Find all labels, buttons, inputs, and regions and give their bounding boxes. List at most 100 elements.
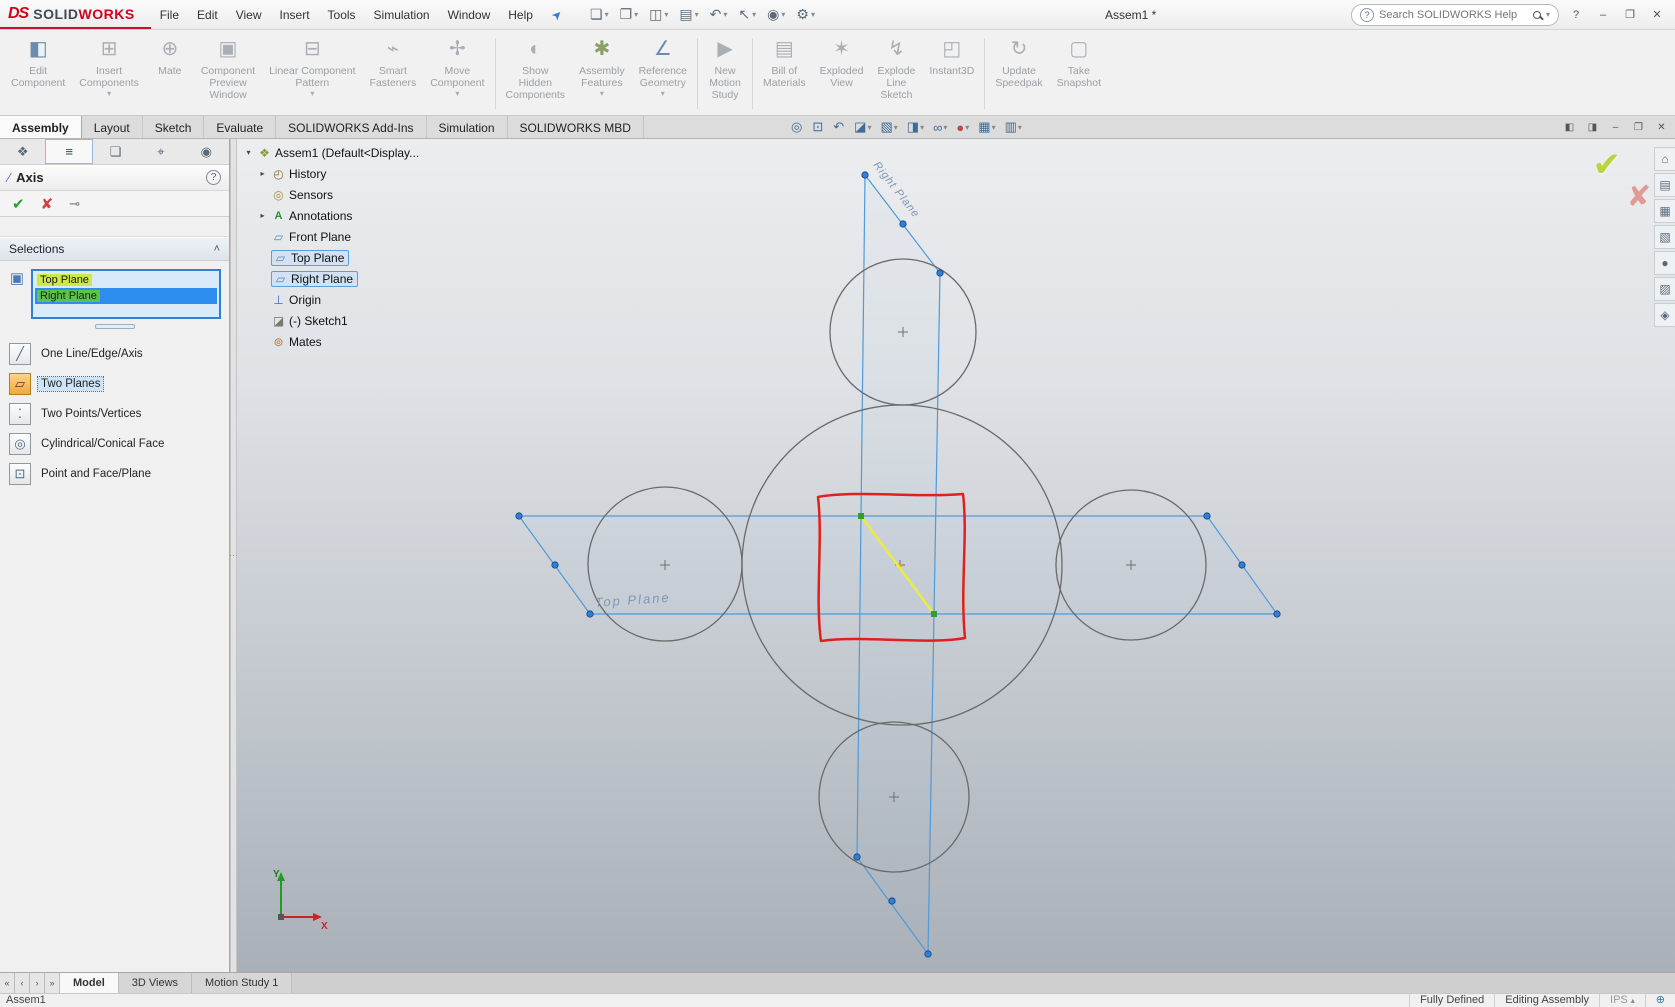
previous-view-button[interactable]: ↶ [830,118,848,136]
chevron-down-icon[interactable]: ▾ [107,89,111,98]
option-two-points-vertices[interactable]: ⁚ Two Points/Vertices [0,399,229,429]
tab-display-manager[interactable]: ◉ [184,139,229,164]
tab-configuration-manager[interactable]: ❏ [93,139,138,164]
chevron-down-icon[interactable]: ▾ [600,89,604,98]
assembly-features-button[interactable]: ✱ Assembly Features ▾ [572,33,632,114]
chevron-down-icon[interactable]: ▾ [811,10,815,19]
tab-layout[interactable]: Layout [82,116,143,138]
chevron-down-icon[interactable]: ▾ [752,10,756,19]
graphics-area[interactable]: Top Plane Right Plane Y X ▾ ❖ Assem1 (De… [237,139,1675,972]
view-settings-button[interactable]: ▥ ▾ [1002,118,1025,136]
save-button[interactable]: ◫ ▾ [645,4,672,25]
component-preview-window-button[interactable]: ▣ Component Preview Window [194,33,262,114]
take-snapshot-button[interactable]: ▢ Take Snapshot [1050,33,1108,114]
tab-scroll-first-button[interactable]: « [0,973,15,993]
chevron-down-icon[interactable]: ▾ [781,10,785,19]
expand-arrow-icon[interactable]: ▾ [243,148,254,157]
smart-fasteners-button[interactable]: ⌁ Smart Fasteners [363,33,424,114]
instant3d-button[interactable]: ◰ Instant3D [922,33,981,114]
resources-home-icon[interactable]: ⌂ [1654,147,1675,171]
tab-scroll-next-button[interactable]: › [30,973,45,993]
expand-arrow-icon[interactable]: ▸ [257,169,268,178]
tree-item-front-plane[interactable]: ▱ Front Plane [243,226,453,247]
pin-icon[interactable]: ⊸ [69,196,80,212]
apply-scene-button[interactable]: ▦ ▾ [975,118,998,136]
tab-dimxpert-manager[interactable]: ⌖ [138,139,183,164]
search-scope-caret-icon[interactable]: ▾ [1546,10,1550,19]
selected-tree-item[interactable]: ▱ Top Plane [271,249,350,266]
zoom-fit-button[interactable]: ◎ [788,118,806,136]
chevron-down-icon[interactable]: ▾ [634,10,638,19]
chevron-down-icon[interactable]: ▾ [723,10,727,19]
tab-property-manager[interactable]: ≡ [45,139,93,164]
chevron-down-icon[interactable]: ▾ [310,89,314,98]
selection-listbox[interactable]: Top Plane Right Plane [31,269,221,319]
undo-button[interactable]: ↶ ▾ [706,4,732,25]
tree-item-sketch1[interactable]: ◪ (-) Sketch1 [243,310,453,331]
chevron-down-icon[interactable]: ▾ [943,123,947,132]
tree-item-mates[interactable]: ⊚ Mates [243,331,453,352]
pin-menu-icon[interactable]: ➤ [548,6,565,23]
menu-insert[interactable]: Insert [271,0,319,30]
chevron-down-icon[interactable]: ▾ [1018,123,1022,132]
chevron-down-icon[interactable]: ▾ [894,123,898,132]
cascade-windows-button[interactable]: ◧ [1559,118,1580,136]
edit-appearance-button[interactable]: ● ▾ [953,119,972,136]
collapse-chevron-icon[interactable]: ˄ [214,243,220,255]
new-document-button[interactable]: ❏ ▾ [586,4,613,25]
tab-model[interactable]: Model [60,973,119,993]
chevron-down-icon[interactable]: ▾ [664,10,668,19]
search-icon[interactable] [1532,10,1541,19]
menu-tools[interactable]: Tools [319,0,365,30]
option-two-planes[interactable]: ▱ Two Planes [0,369,229,399]
view-orientation-button[interactable]: ▧ ▾ [877,118,900,136]
confirm-ok-button[interactable]: ✔ [1593,145,1622,185]
tree-item-sensors[interactable]: ◎ Sensors [243,184,453,205]
doc-close-button[interactable]: ✕ [1651,118,1672,136]
chevron-down-icon[interactable]: ▾ [920,123,924,132]
units-dropdown[interactable]: IPS ▴ [1599,994,1645,1007]
tab-evaluate[interactable]: Evaluate [204,116,277,138]
ok-button[interactable]: ✔ [12,195,25,213]
options-button[interactable]: ⚙ ▾ [792,4,819,25]
chevron-down-icon[interactable]: ▾ [695,10,699,19]
network-status-icon[interactable]: ⊕ [1644,994,1675,1007]
search-input[interactable] [1379,8,1528,21]
hide-show-items-button[interactable]: ∞ ▾ [930,119,950,136]
chevron-down-icon[interactable]: ▾ [992,123,996,132]
appearances-icon[interactable]: ● [1654,251,1675,275]
tree-item-assem1[interactable]: ▾ ❖ Assem1 (Default<Display... [243,142,453,163]
move-component-button[interactable]: ✢ Move Component ▾ [423,33,491,114]
reference-geometry-button[interactable]: ∠ Reference Geometry ▾ [632,33,694,114]
expand-arrow-icon[interactable]: ▸ [257,211,268,220]
rebuild-button[interactable]: ◉ ▾ [763,4,789,25]
tab-scroll-prev-button[interactable]: ‹ [15,973,30,993]
scenes-icon[interactable]: ▨ [1654,277,1675,301]
select-button[interactable]: ↖ ▾ [734,4,760,25]
edit-component-button[interactable]: ◧ Edit Component [4,33,72,114]
chevron-down-icon[interactable]: ▾ [661,89,665,98]
exploded-view-button[interactable]: ✶ Exploded View [813,33,871,114]
custom-properties-icon[interactable]: ◈ [1654,303,1675,327]
mate-button[interactable]: ⊕ Mate [146,33,194,114]
linear-component-pattern-button[interactable]: ⊟ Linear Component Pattern ▾ [262,33,362,114]
doc-restore-button[interactable]: ❐ [1628,118,1649,136]
confirm-cancel-button[interactable]: ✘ [1627,179,1651,214]
close-button[interactable]: ✕ [1647,5,1667,25]
open-button[interactable]: ❐ ▾ [616,4,643,25]
tree-item-history[interactable]: ▸ ◴ History [243,163,453,184]
tree-item-origin[interactable]: ⊥ Origin [243,289,453,310]
help-search-box[interactable]: ? ▾ [1351,3,1559,26]
option-cylindrical-conical-face[interactable]: ◎ Cylindrical/Conical Face [0,429,229,459]
menu-file[interactable]: File [151,0,188,30]
option-one-line-edge-axis[interactable]: ╱ One Line/Edge/Axis [0,339,229,369]
update-speedpak-button[interactable]: ↻ Update Speedpak [988,33,1049,114]
design-library-icon[interactable]: ▤ [1654,173,1675,197]
show-hidden-components-button[interactable]: ◐ Show Hidden Components [499,33,573,114]
help-icon[interactable]: ? [206,170,221,185]
explode-line-sketch-button[interactable]: ↯ Explode Line Sketch [870,33,922,114]
zoom-area-button[interactable]: ⊡ [809,118,827,136]
tab-sketch[interactable]: Sketch [143,116,205,138]
view-palette-icon[interactable]: ▧ [1654,225,1675,249]
doc-minimize-button[interactable]: – [1605,118,1626,136]
